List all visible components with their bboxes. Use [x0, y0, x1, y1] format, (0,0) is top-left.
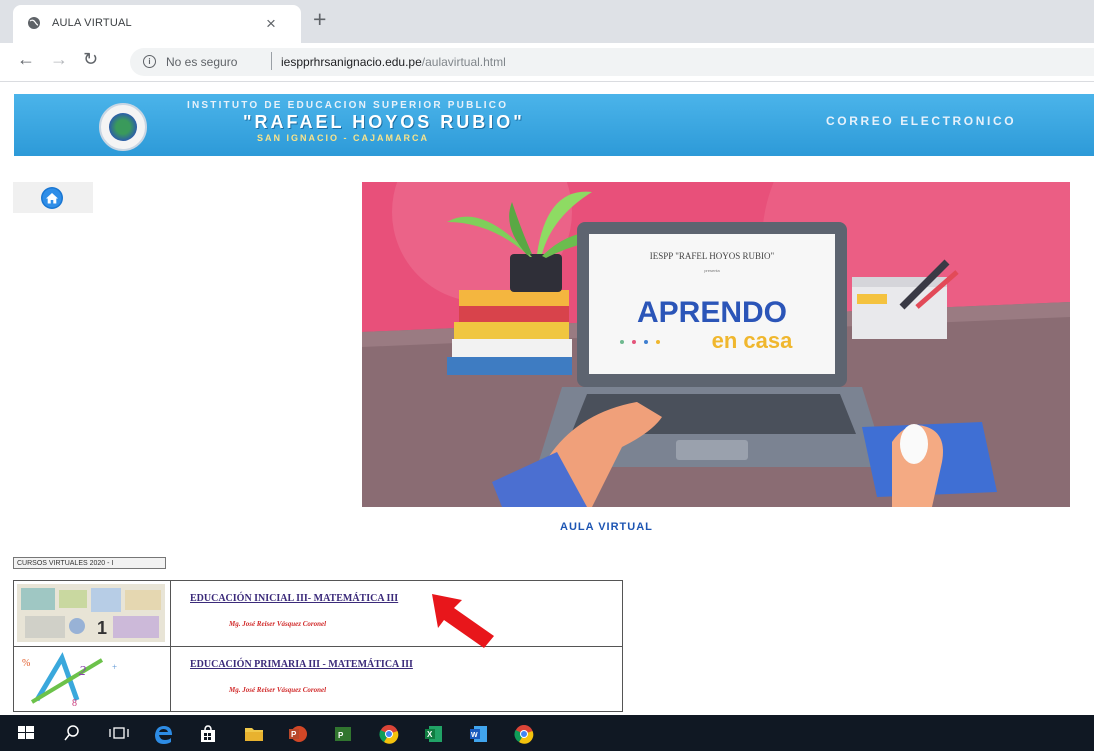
taskbar: P P X W — [0, 715, 1094, 751]
svg-text:W: W — [471, 732, 478, 739]
browser-toolbar: ← → ↻ i No es seguro iespprhrsanignacio.… — [0, 43, 1094, 82]
banner-screen-small: presenta — [704, 268, 720, 273]
home-button[interactable] — [13, 182, 93, 213]
taskbar-edge[interactable] — [142, 715, 182, 751]
institute-logo — [99, 103, 147, 151]
excel-icon: X — [425, 726, 442, 742]
browser-tab[interactable]: AULA VIRTUAL × — [13, 5, 301, 43]
back-icon[interactable]: ← — [17, 49, 35, 70]
course-thumbnail-cell: 1 — [14, 581, 171, 646]
course-thumbnail-cell: 2 % 8 + — [14, 647, 171, 712]
taskbar-powerpoint[interactable]: P — [277, 715, 317, 751]
url-host: iespprhrsanignacio.edu.pe — [281, 55, 422, 69]
course-teacher: Mg. José Reiser Vásquez Coronel — [229, 620, 327, 628]
word-icon: W — [470, 726, 487, 742]
windows-start-button[interactable] — [6, 715, 46, 751]
taskbar-excel[interactable]: X — [413, 715, 453, 751]
taskbar-chrome[interactable] — [368, 715, 408, 751]
institute-location: SAN IGNACIO - CAJAMARCA — [257, 133, 429, 143]
search-icon — [64, 725, 79, 741]
url-text[interactable]: iespprhrsanignacio.edu.pe/aulavirtual.ht… — [281, 55, 506, 69]
svg-text:X: X — [427, 730, 433, 739]
chrome-icon — [514, 725, 534, 744]
institute-name: "RAFAEL HOYOS RUBIO" — [243, 112, 525, 132]
powerpoint-icon: P — [289, 726, 307, 742]
chrome-icon — [379, 725, 399, 744]
svg-text:1: 1 — [97, 618, 107, 638]
svg-text:+: + — [112, 662, 117, 672]
math-collage-thumbnail[interactable]: 1 — [17, 584, 165, 642]
url-divider — [271, 52, 272, 70]
security-status[interactable]: No es seguro — [166, 55, 237, 69]
course-row: 1 EDUCACIÓN INICIAL III- MATEMÁTICA III … — [14, 581, 622, 647]
project-icon: P — [335, 727, 351, 741]
svg-text:8: 8 — [72, 698, 77, 708]
info-icon[interactable]: i — [143, 55, 156, 68]
courses-table: 1 EDUCACIÓN INICIAL III- MATEMÁTICA III … — [13, 580, 623, 712]
url-path: /aulavirtual.html — [421, 55, 506, 69]
math-symbols-thumbnail[interactable]: 2 % 8 + — [17, 650, 165, 708]
taskbar-store[interactable] — [187, 715, 227, 751]
logo-emblem-icon — [109, 113, 137, 141]
home-icon — [41, 187, 63, 209]
email-link[interactable]: CORREO ELECTRONICO — [826, 114, 1016, 128]
banner-title-en-casa: en casa — [712, 328, 793, 353]
new-tab-button[interactable]: + — [313, 6, 326, 33]
globe-icon — [28, 17, 40, 29]
folder-icon — [245, 728, 263, 741]
store-icon — [201, 725, 215, 742]
course-row: 2 % 8 + EDUCACIÓN PRIMARIA III - MATEMÁT… — [14, 647, 622, 712]
site-header: INSTITUTO DE EDUCACION SUPERIOR PUBLICO … — [14, 94, 1094, 156]
course-teacher: Mg. José Reiser Vásquez Coronel — [229, 686, 327, 694]
taskbar-file-explorer[interactable] — [233, 715, 273, 751]
course-link-primaria[interactable]: EDUCACIÓN PRIMARIA III - MATEMÁTICA III — [190, 659, 413, 670]
task-view-button[interactable] — [98, 715, 138, 751]
forward-icon[interactable]: → — [50, 49, 68, 70]
aprendo-en-casa-banner: IESPP "RAFEL HOYOS RUBIO" presenta APREN… — [362, 182, 1070, 507]
banner-screen-line: IESPP "RAFEL HOYOS RUBIO" — [650, 251, 775, 261]
courses-select[interactable]: CURSOS VIRTUALES 2020 - I — [13, 557, 166, 569]
close-tab-icon[interactable]: × — [266, 14, 276, 34]
taskbar-word[interactable]: W — [458, 715, 498, 751]
institute-type: INSTITUTO DE EDUCACION SUPERIOR PUBLICO — [187, 100, 509, 111]
aula-virtual-title: AULA VIRTUAL — [560, 521, 653, 533]
taskbar-search-button[interactable] — [52, 715, 92, 751]
red-arrow-icon — [432, 594, 494, 648]
banner-title-aprendo: APRENDO — [637, 296, 787, 329]
task-view-icon — [109, 727, 129, 739]
browser-tabstrip: AULA VIRTUAL × + — [0, 0, 1094, 43]
reload-icon[interactable]: ↻ — [83, 49, 98, 70]
taskbar-chrome-active[interactable] — [503, 715, 543, 751]
windows-icon — [18, 726, 34, 739]
svg-text:P: P — [291, 730, 297, 739]
svg-text:%: % — [22, 658, 30, 669]
address-bar[interactable]: i No es seguro iespprhrsanignacio.edu.pe… — [130, 48, 1094, 76]
taskbar-project[interactable]: P — [322, 715, 362, 751]
svg-text:2: 2 — [79, 664, 86, 679]
course-link-inicial[interactable]: EDUCACIÓN INICIAL III- MATEMÁTICA III — [190, 593, 398, 604]
edge-icon — [155, 726, 172, 744]
svg-text:P: P — [338, 731, 344, 740]
tab-title: AULA VIRTUAL — [52, 17, 132, 29]
